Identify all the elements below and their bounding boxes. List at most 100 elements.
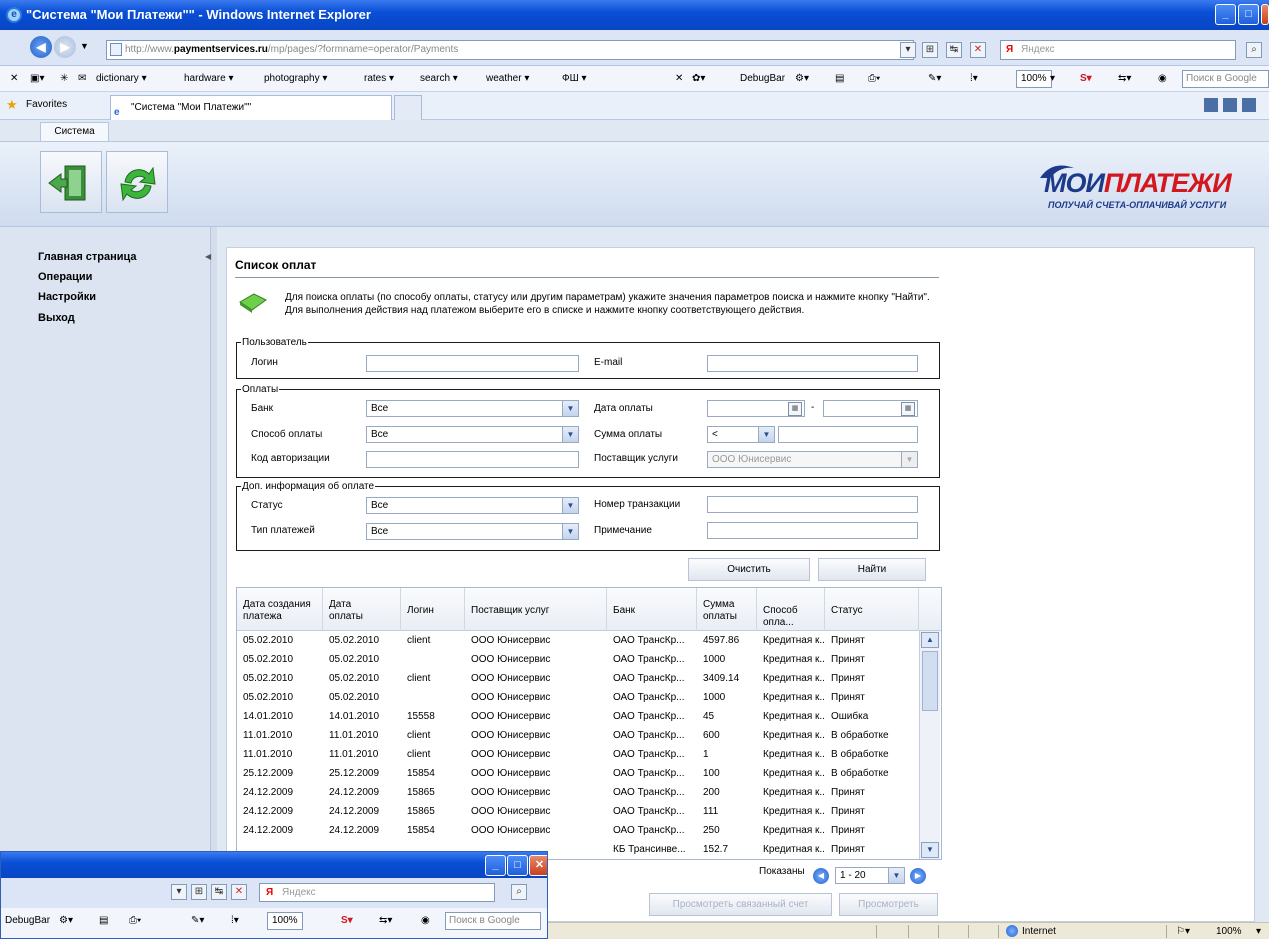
table-row[interactable]: 11.01.2010 11.01.2010 client ООО Юнисервис О… — [237, 745, 919, 764]
table-row[interactable]: 14.01.2010 14.01.2010 15558 ООО Юнисервис ОА… — [237, 707, 919, 726]
sidebar-splitter[interactable] — [211, 227, 217, 922]
table-row[interactable]: 24.12.2009 24.12.2009 15865 ООО Юнисервис ОА… — [237, 783, 919, 802]
method-select[interactable]: Все ▼ — [366, 426, 579, 443]
login-input[interactable] — [366, 355, 579, 372]
page-range-select[interactable]: 1 - 20 ▼ — [835, 867, 905, 884]
browser-tab-active[interactable]: e "Система "Мои Платежи"" — [110, 95, 392, 120]
view-invoice-button[interactable]: Просмотреть связанный счет — [649, 893, 832, 916]
status-zoom[interactable]: 100% — [1216, 923, 1242, 939]
page-tool-icon[interactable]: ▤ — [835, 66, 844, 92]
grid-header-cell[interactable]: Поставщик услуг — [465, 588, 607, 631]
view-button[interactable]: Просмотреть — [839, 893, 938, 916]
colors-icon[interactable]: ✿▾ — [692, 66, 705, 92]
grid-header-cell[interactable]: Способ опла... — [757, 588, 825, 631]
second-compat-icon[interactable]: ⊞ — [191, 884, 207, 900]
second-close-button[interactable]: ✕ — [529, 855, 547, 876]
transaction-input[interactable] — [707, 496, 918, 513]
zoom-select[interactable]: 100% — [1016, 70, 1052, 88]
toolbar-options-icon[interactable]: ▣▾ — [30, 66, 44, 92]
refresh-button[interactable] — [106, 151, 168, 213]
search-icon[interactable]: ⌕ — [1246, 42, 1262, 58]
provider-select[interactable]: ООО Юнисервис ▼ — [707, 451, 918, 468]
second-skype-icon[interactable]: S▾ — [341, 908, 353, 934]
calendar-icon[interactable]: ▦ — [901, 402, 915, 416]
second-zoom-select[interactable]: 100% — [267, 912, 303, 930]
refresh-icon[interactable]: ↹ — [946, 42, 962, 58]
minimize-button[interactable]: _ — [1215, 4, 1236, 25]
forward-button[interactable]: ▶ — [54, 36, 76, 58]
skype-icon[interactable]: S▾ — [1080, 66, 1092, 92]
compat-view-icon[interactable]: ⊞ — [922, 42, 938, 58]
protected-mode-icon[interactable]: ⚐▾ — [1176, 923, 1190, 939]
eye-icon[interactable]: ◉ — [1158, 66, 1167, 92]
address-input[interactable]: http://www.paymentservices.ru/mp/pages/?… — [106, 40, 914, 60]
sum-input[interactable] — [778, 426, 918, 443]
table-row[interactable]: 24.12.2009 24.12.2009 15854 ООО Юнисервис ОА… — [237, 821, 919, 840]
calendar-icon[interactable]: ▦ — [788, 402, 802, 416]
date-from-input[interactable]: ▦ — [707, 400, 805, 417]
close-button[interactable] — [1261, 4, 1269, 25]
scroll-thumb[interactable] — [922, 651, 938, 711]
link-fsh[interactable]: ФШ ▾ — [562, 66, 587, 92]
table-row[interactable]: 05.02.2010 05.02.2010 ООО Юнисервис ОАО Тра… — [237, 650, 919, 669]
link-hardware[interactable]: hardware ▾ — [184, 66, 234, 92]
sum-operator-select[interactable]: < ▼ — [707, 426, 775, 443]
type-select[interactable]: Все ▼ — [366, 523, 579, 540]
settings-icon[interactable]: ⚙▾ — [795, 66, 809, 92]
close-toolbar-icon-2[interactable]: ✕ — [675, 66, 683, 92]
print-icon[interactable]: ⎙▾ — [868, 66, 880, 92]
grid-scrollbar[interactable]: ▲ ▼ — [919, 631, 940, 859]
star-icon[interactable]: ✳ — [60, 66, 68, 92]
sidebar-item-home[interactable]: Главная страница — [38, 251, 137, 263]
grid-icon[interactable]: ⁞▾ — [970, 66, 978, 92]
date-to-input[interactable]: ▦ — [823, 400, 918, 417]
zoom-dropdown-icon[interactable]: ▾ — [1050, 66, 1055, 92]
tab-tools-icon[interactable] — [1204, 98, 1256, 112]
new-tab-button[interactable] — [394, 95, 422, 120]
auth-code-input[interactable] — [366, 451, 579, 468]
link-dictionary[interactable]: dictionary ▾ — [96, 66, 147, 92]
collapse-arrow-icon[interactable]: ◀ — [205, 252, 211, 261]
second-eye-icon[interactable]: ◉ — [421, 908, 430, 934]
table-row[interactable]: 25.12.2009 25.12.2009 15854 ООО Юнисервис ОА… — [237, 764, 919, 783]
scroll-down-icon[interactable]: ▼ — [921, 842, 939, 858]
second-stop-icon[interactable]: ✕ — [231, 884, 247, 900]
grid-header-cell[interactable]: Дата оплаты — [323, 588, 401, 631]
second-refresh-icon[interactable]: ↹ — [211, 884, 227, 900]
next-page-icon[interactable]: ▶ — [910, 868, 926, 884]
mail-icon[interactable]: ✉ — [78, 66, 86, 92]
table-row[interactable]: 05.02.2010 05.02.2010 ООО Юнисервис ОАО Тра… — [237, 688, 919, 707]
table-row[interactable]: 11.01.2010 11.01.2010 client ООО Юнисервис О… — [237, 726, 919, 745]
address-dropdown-icon[interactable]: ▾ — [900, 42, 916, 58]
back-button[interactable]: ◀ — [30, 36, 52, 58]
sidebar-item-exit[interactable]: Выход — [38, 312, 75, 324]
grid-header-cell[interactable]: Сумма оплаты — [697, 588, 757, 631]
second-share-icon[interactable]: ⇆▾ — [379, 908, 392, 934]
history-dropdown-icon[interactable]: ▼ — [80, 41, 89, 51]
second-print-icon[interactable]: ⎙▾ — [129, 908, 141, 934]
clear-button[interactable]: Очистить — [688, 558, 810, 581]
second-pen-icon[interactable]: ✎▾ — [191, 908, 204, 934]
find-button[interactable]: Найти — [818, 558, 926, 581]
scroll-up-icon[interactable]: ▲ — [921, 632, 939, 648]
pen-icon[interactable]: ✎▾ — [928, 66, 941, 92]
close-toolbar-icon[interactable]: ✕ — [10, 66, 18, 92]
sidebar-item-operations[interactable]: Операции — [38, 271, 92, 283]
share-icon[interactable]: ⇆▾ — [1118, 66, 1131, 92]
second-maximize-button[interactable]: □ — [507, 855, 528, 876]
link-weather[interactable]: weather ▾ — [486, 66, 529, 92]
second-yandex-input[interactable]: Я Яндекс — [259, 883, 495, 902]
link-rates[interactable]: rates ▾ — [364, 66, 394, 92]
second-address-dropdown-icon[interactable]: ▾ — [171, 884, 187, 900]
prev-page-icon[interactable]: ◀ — [813, 868, 829, 884]
email-input[interactable] — [707, 355, 918, 372]
sidebar-item-settings[interactable]: Настройки — [38, 291, 96, 303]
bank-select[interactable]: Все ▼ — [366, 400, 579, 417]
table-row[interactable]: 24.12.2009 24.12.2009 15865 ООО Юнисервис ОА… — [237, 802, 919, 821]
table-row[interactable]: 05.02.2010 05.02.2010 client ООО Юнисервис О… — [237, 631, 919, 650]
google-search-input[interactable]: Поиск в Google — [1182, 70, 1269, 88]
status-select[interactable]: Все ▼ — [366, 497, 579, 514]
second-grid-icon[interactable]: ⁞▾ — [231, 908, 239, 934]
grid-header-cell[interactable]: Банк — [607, 588, 697, 631]
yandex-search-input[interactable]: Я Яндекс — [1000, 40, 1236, 60]
